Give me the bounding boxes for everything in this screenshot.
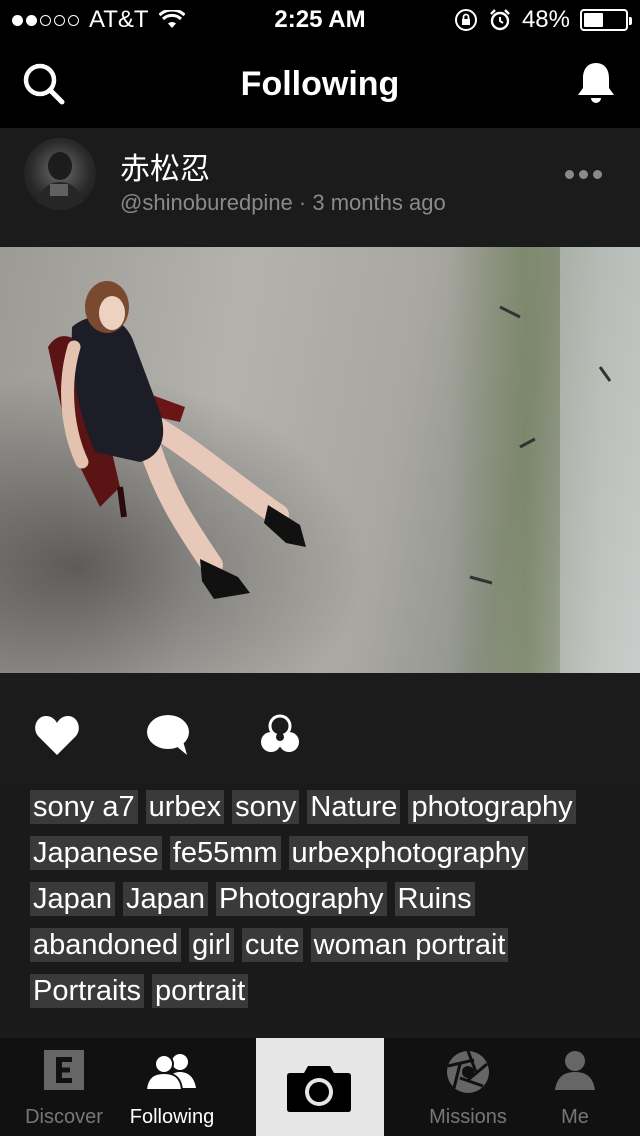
profile-icon <box>555 1051 595 1090</box>
status-right: 48% <box>454 6 632 34</box>
page-title: Following <box>240 65 400 103</box>
author-handle[interactable]: @shinoburedpine <box>120 190 293 215</box>
post-header: 赤松忍 @shinoburedpine · 3 months ago <box>0 128 640 246</box>
tag[interactable]: Japan <box>123 882 209 916</box>
following-icon <box>144 1054 196 1090</box>
battery-percent: 48% <box>521 6 570 33</box>
tag[interactable]: cute <box>241 928 303 962</box>
tag[interactable]: abandoned <box>30 928 182 962</box>
tab-me[interactable]: Me <box>528 1038 622 1136</box>
tag[interactable]: urbexphotography <box>288 836 529 870</box>
more-options-icon[interactable] <box>565 170 602 179</box>
comment-icon[interactable] <box>145 713 193 757</box>
tab-discover[interactable]: Discover <box>0 1038 128 1136</box>
camera-button[interactable] <box>256 1038 384 1136</box>
discover-icon <box>44 1050 84 1090</box>
tag[interactable]: photography <box>408 790 576 824</box>
author-name[interactable]: 赤松忍 <box>120 144 210 188</box>
heart-icon[interactable] <box>33 713 81 757</box>
post-meta: @shinoburedpine · 3 months ago <box>120 190 446 216</box>
tab-bar: Discover Following Missions Me <box>0 1038 640 1136</box>
post-timestamp: 3 months ago <box>312 190 446 215</box>
bell-icon[interactable] <box>574 60 618 106</box>
meta-separator: · <box>298 190 307 215</box>
tag[interactable]: Nature <box>307 790 401 824</box>
tag[interactable]: sony <box>232 790 300 824</box>
alarm-icon <box>490 9 510 31</box>
camera-icon <box>287 1066 351 1112</box>
tag-list: sony a7 urbex sony Nature photography Ja… <box>30 790 610 1008</box>
tag[interactable]: Portraits <box>30 974 144 1008</box>
rotation-lock-icon <box>454 9 477 31</box>
tab-missions-label: Missions <box>429 1106 507 1128</box>
gallery-icon[interactable] <box>256 713 304 757</box>
tag[interactable]: girl <box>189 928 234 962</box>
post-photo[interactable] <box>0 247 640 673</box>
aperture-icon <box>447 1050 489 1093</box>
tag[interactable]: portrait <box>151 974 249 1008</box>
tab-missions[interactable]: Missions <box>408 1038 528 1136</box>
tag[interactable]: Photography <box>216 882 387 916</box>
tag[interactable]: urbex <box>145 790 225 824</box>
post-actions <box>0 673 640 783</box>
status-bar: AT&T 2:25 AM 48% <box>0 0 640 40</box>
tag[interactable]: fe55mm <box>169 836 281 870</box>
avatar[interactable] <box>24 138 96 210</box>
tab-following[interactable]: Following <box>128 1038 216 1136</box>
navigation-bar: Following <box>0 40 640 128</box>
tag[interactable]: sony a7 <box>30 790 138 824</box>
tab-discover-label: Discover <box>25 1106 103 1128</box>
tab-me-label: Me <box>561 1106 589 1128</box>
tab-following-label: Following <box>129 1106 215 1128</box>
tag[interactable]: woman portrait <box>310 928 509 962</box>
battery-icon <box>580 9 632 31</box>
tag[interactable]: Ruins <box>394 882 475 916</box>
tag[interactable]: Japan <box>30 882 116 916</box>
tag[interactable]: Japanese <box>30 836 162 870</box>
